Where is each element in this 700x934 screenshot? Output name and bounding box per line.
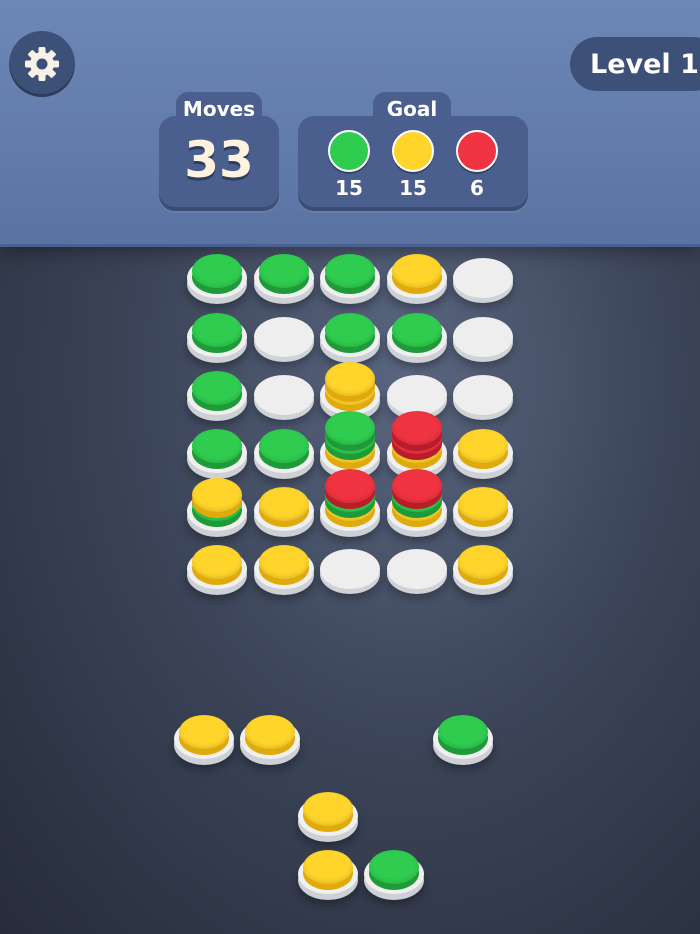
disc-yellow — [259, 487, 309, 521]
disc-yellow — [458, 545, 508, 579]
board-cell-r6-c3[interactable] — [320, 535, 380, 595]
disc-green — [325, 313, 375, 347]
disc-base — [453, 317, 513, 357]
board-cell-r1-c2[interactable] — [254, 244, 314, 304]
moves-counter: 33 — [184, 131, 254, 189]
disc-yellow — [192, 478, 242, 512]
board-cell-r2-c5[interactable] — [453, 303, 513, 363]
disc-green — [369, 850, 419, 884]
board-cell-r6-c4[interactable] — [387, 535, 447, 595]
goal-dot-green — [328, 130, 370, 172]
board-cell-r5-c2[interactable] — [254, 477, 314, 537]
disc-base — [254, 375, 314, 415]
board-cell-r5-c3[interactable] — [320, 469, 380, 537]
disc-yellow — [259, 545, 309, 579]
goal-count-red: 6 — [470, 176, 484, 200]
disc-green — [259, 429, 309, 463]
disc-green — [192, 371, 242, 405]
goal-dot-yellow — [392, 130, 434, 172]
level-indicator: Level 15 — [570, 37, 700, 91]
board-cell-r1-c1[interactable] — [187, 244, 247, 304]
goal-item-yellow: 15 — [383, 130, 443, 200]
disc-yellow — [192, 545, 242, 579]
settings-button[interactable] — [9, 31, 75, 97]
level-label: Level 15 — [590, 48, 700, 80]
goal-item-red: 6 — [447, 130, 507, 200]
disc-base — [387, 549, 447, 589]
tray-piece-left-1[interactable] — [174, 705, 234, 765]
disc-base — [453, 258, 513, 298]
disc-base — [320, 549, 380, 589]
board-cell-r1-c4[interactable] — [387, 244, 447, 304]
board-cell-r6-c5[interactable] — [453, 535, 513, 595]
disc-yellow — [392, 254, 442, 288]
board-cell-r4-c5[interactable] — [453, 419, 513, 479]
disc-yellow — [303, 792, 353, 826]
disc-green — [192, 429, 242, 463]
disc-yellow — [303, 850, 353, 884]
gear-icon — [25, 47, 59, 81]
disc-green — [325, 254, 375, 288]
disc-yellow — [245, 715, 295, 749]
disc-yellow — [179, 715, 229, 749]
board-cell-r4-c1[interactable] — [187, 419, 247, 479]
board-cell-r4-c2[interactable] — [254, 419, 314, 479]
disc-green — [392, 313, 442, 347]
board-cell-r5-c1[interactable] — [187, 477, 247, 537]
board-cell-r2-c3[interactable] — [320, 303, 380, 363]
goal-count-yellow: 15 — [399, 176, 427, 200]
board-cell-r5-c5[interactable] — [453, 477, 513, 537]
board-cell-r1-c3[interactable] — [320, 244, 380, 304]
board-cell-r2-c2[interactable] — [254, 303, 314, 363]
tray-piece-bottom-right[interactable] — [364, 840, 424, 900]
disc-green — [192, 254, 242, 288]
board-cell-r6-c1[interactable] — [187, 535, 247, 595]
disc-red — [392, 469, 442, 503]
disc-yellow — [458, 429, 508, 463]
disc-green — [192, 313, 242, 347]
board-cell-r5-c4[interactable] — [387, 469, 447, 537]
disc-red — [325, 469, 375, 503]
board-cell-r6-c2[interactable] — [254, 535, 314, 595]
tray-piece-right-1[interactable] — [433, 705, 493, 765]
board-cell-r3-c2[interactable] — [254, 361, 314, 421]
board-cell-r3-c5[interactable] — [453, 361, 513, 421]
tray-piece-left-2[interactable] — [240, 705, 300, 765]
tray-piece-bottom-top[interactable] — [298, 782, 358, 842]
disc-green — [259, 254, 309, 288]
disc-base — [254, 317, 314, 357]
goal-dot-red — [456, 130, 498, 172]
tray-piece-bottom-left[interactable] — [298, 840, 358, 900]
disc-red — [392, 411, 442, 445]
disc-base — [453, 375, 513, 415]
board-cell-r3-c1[interactable] — [187, 361, 247, 421]
disc-green — [438, 715, 488, 749]
goal-item-green: 15 — [319, 130, 379, 200]
board-cell-r1-c5[interactable] — [453, 244, 513, 304]
board-cell-r2-c4[interactable] — [387, 303, 447, 363]
disc-green — [325, 411, 375, 445]
disc-yellow — [458, 487, 508, 521]
disc-yellow — [325, 362, 375, 396]
disc-base — [387, 375, 447, 415]
goal-count-green: 15 — [335, 176, 363, 200]
board-cell-r2-c1[interactable] — [187, 303, 247, 363]
